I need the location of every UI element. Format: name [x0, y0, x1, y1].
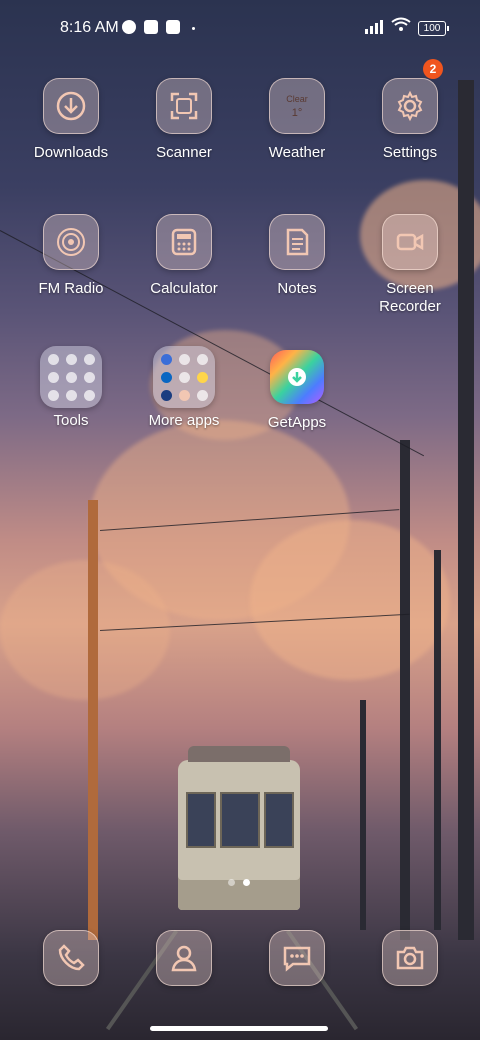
app-label: FM Radio [38, 280, 104, 297]
dock-contacts[interactable] [129, 930, 239, 986]
app-label: Settings [382, 144, 438, 161]
phone-icon [58, 944, 85, 971]
status-time: 8:16 AM [60, 19, 119, 36]
data-saver-icon [122, 20, 136, 34]
dock-phone[interactable] [16, 930, 126, 986]
video-camera-icon [396, 233, 424, 251]
app-fm-radio[interactable]: FM Radio [16, 214, 126, 298]
app-scanner[interactable]: Scanner [129, 78, 239, 162]
wifi-icon [391, 17, 411, 38]
app-notes[interactable]: Notes [242, 214, 352, 298]
dock-messages[interactable] [242, 930, 352, 986]
app-label: Notes [277, 280, 317, 297]
app-label: Tools [53, 412, 89, 429]
upload-icon [166, 20, 180, 34]
page-dot[interactable] [228, 879, 235, 886]
square-notification-icon [144, 20, 158, 34]
app-settings[interactable]: 2 Settings [355, 59, 465, 162]
camera-icon [396, 946, 424, 970]
app-calculator[interactable]: Calculator [129, 214, 239, 298]
app-label: Screen Recorder [379, 280, 441, 315]
tram-illustration [178, 746, 300, 910]
signal-icon [365, 20, 385, 34]
app-label: GetApps [267, 414, 327, 431]
home-gesture-bar[interactable] [150, 1026, 328, 1031]
app-weather[interactable]: Clear 1° Weather [242, 78, 352, 162]
battery-icon: 100 [418, 21, 449, 36]
app-label: Scanner [156, 144, 212, 161]
app-downloads[interactable]: Downloads [16, 78, 126, 162]
app-screen-recorder[interactable]: Screen Recorder [355, 214, 465, 316]
weather-condition: Clear [286, 94, 308, 104]
messages-icon [283, 946, 311, 972]
calculator-icon [171, 228, 197, 256]
page-indicator[interactable] [228, 879, 250, 886]
notes-icon [286, 228, 309, 256]
download-icon [56, 91, 86, 121]
notification-badge: 2 [423, 59, 443, 79]
folder-more-apps[interactable]: More apps [129, 346, 239, 430]
contacts-icon [171, 945, 197, 972]
app-label: Calculator [150, 280, 218, 297]
more-notifications-dot [192, 27, 195, 30]
scanner-icon [170, 92, 198, 120]
weather-temperature: 1° [291, 107, 303, 119]
app-label: Weather [268, 144, 326, 161]
app-label: More apps [148, 412, 220, 429]
radio-icon [57, 228, 85, 256]
status-bar: 8:16 AM 100 [0, 0, 480, 56]
gear-icon [397, 90, 423, 122]
page-dot-current[interactable] [243, 879, 250, 886]
getapps-download-icon [288, 368, 306, 386]
app-getapps[interactable]: GetApps [242, 350, 352, 432]
folder-tools[interactable]: Tools [16, 346, 126, 430]
dock-camera[interactable] [355, 930, 465, 986]
app-label: Downloads [33, 144, 109, 161]
